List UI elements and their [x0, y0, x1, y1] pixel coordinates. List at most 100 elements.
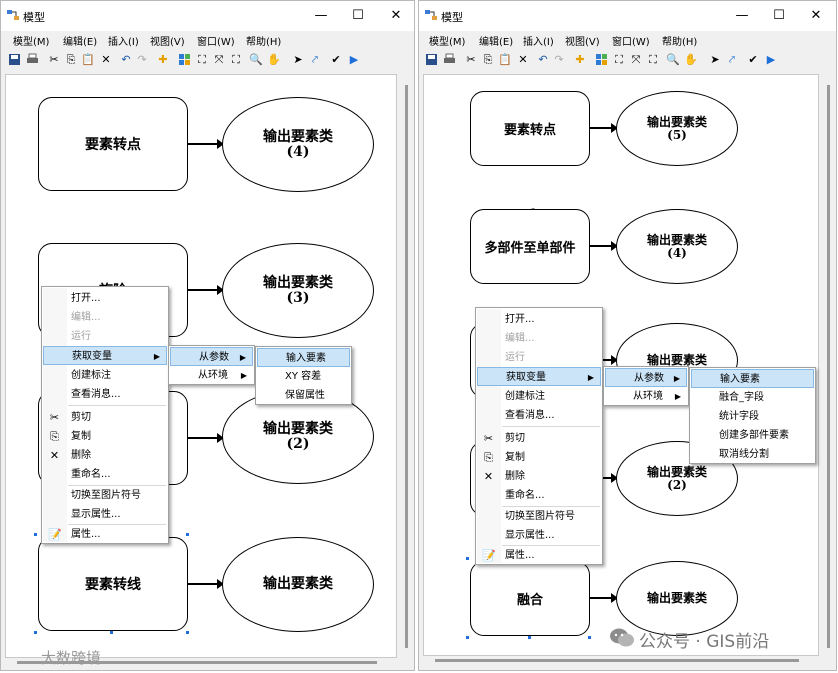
zoom-in-icon[interactable]: 🔍: [249, 53, 263, 67]
menu-window[interactable]: 窗口(W): [197, 33, 235, 48]
run-icon[interactable]: ▶: [347, 53, 361, 67]
output-node[interactable]: 输出要素类 (4): [222, 97, 374, 192]
menu-item-show-properties[interactable]: 显示属性...: [43, 505, 167, 524]
selection-handle[interactable]: [34, 631, 37, 634]
zoom-in-icon[interactable]: 🔍: [666, 53, 680, 67]
selection-handle[interactable]: [528, 636, 531, 639]
pan-icon[interactable]: ✋: [267, 53, 281, 67]
connect-icon[interactable]: ⤤: [725, 53, 739, 67]
print-icon[interactable]: [442, 53, 456, 67]
maximize-button[interactable]: ☐: [343, 5, 373, 27]
tool-node[interactable]: 要素转点: [38, 97, 188, 191]
select-icon[interactable]: ➤: [708, 53, 722, 67]
close-button[interactable]: ✕: [381, 5, 411, 27]
full-extent-icon[interactable]: ⛶: [195, 53, 209, 67]
menu-model[interactable]: 模型(M): [429, 33, 465, 48]
auto-layout-icon[interactable]: [594, 53, 608, 67]
add-data-icon[interactable]: ✚: [573, 53, 587, 67]
menu-item-delete[interactable]: ✕ 删除: [43, 446, 167, 465]
minimize-button[interactable]: —: [727, 5, 757, 27]
select-icon[interactable]: ➤: [291, 53, 305, 67]
title-bar[interactable]: 模型 — ☐ ✕: [1, 1, 414, 31]
param-item[interactable]: 保留属性: [257, 386, 350, 405]
delete-icon[interactable]: ✕: [516, 53, 530, 67]
menu-item-get-variable[interactable]: 获取变量 ▶: [43, 346, 167, 365]
selection-handle[interactable]: [186, 631, 189, 634]
minimize-button[interactable]: —: [306, 5, 336, 27]
tool-node[interactable]: 要素转点: [470, 91, 590, 166]
menu-item-open[interactable]: 打开...: [43, 289, 167, 308]
selection-handle[interactable]: [466, 636, 469, 639]
undo-icon[interactable]: ↶: [536, 53, 550, 67]
menu-item-create-label[interactable]: 创建标注: [477, 387, 601, 406]
redo-icon[interactable]: ↷: [135, 53, 149, 67]
menu-item-copy[interactable]: ⎘ 复制: [477, 448, 601, 467]
redo-icon[interactable]: ↷: [552, 53, 566, 67]
selection-handle[interactable]: [186, 533, 189, 536]
save-icon[interactable]: [7, 53, 21, 67]
save-icon[interactable]: [424, 53, 438, 67]
menu-item-show-properties[interactable]: 显示属性...: [477, 526, 601, 545]
selection-handle[interactable]: [110, 631, 113, 634]
validate-icon[interactable]: ✔: [746, 53, 760, 67]
zoom-extent-icon[interactable]: ⛶: [229, 53, 243, 67]
fixed-zoom-icon[interactable]: ⤧: [629, 53, 643, 67]
paste-icon[interactable]: 📋: [498, 53, 512, 67]
run-icon[interactable]: ▶: [764, 53, 778, 67]
copy-icon[interactable]: ⎘: [481, 53, 495, 67]
maximize-button[interactable]: ☐: [764, 5, 794, 27]
param-item[interactable]: 统计字段: [691, 407, 814, 426]
undo-icon[interactable]: ↶: [119, 53, 133, 67]
menu-item-switch-symbol[interactable]: 切换至图片符号: [43, 486, 167, 505]
output-node[interactable]: 输出要素类 (4): [616, 209, 738, 284]
delete-icon[interactable]: ✕: [99, 53, 113, 67]
output-node[interactable]: 输出要素类: [222, 537, 374, 632]
vertical-scrollbar[interactable]: [824, 81, 833, 652]
scissors-icon[interactable]: ✂: [47, 53, 61, 67]
menu-item-from-parameter[interactable]: 从参数 ▶: [170, 347, 253, 366]
param-item[interactable]: 创建多部件要素: [691, 426, 814, 445]
menu-view[interactable]: 视图(V): [150, 33, 185, 48]
output-node[interactable]: 输出要素类 (5): [616, 91, 738, 166]
menu-insert[interactable]: 插入(I): [108, 33, 139, 48]
fixed-zoom-icon[interactable]: ⤧: [212, 53, 226, 67]
scissors-icon[interactable]: ✂: [464, 53, 478, 67]
menu-item-from-environment[interactable]: 从环境 ▶: [605, 387, 687, 406]
menu-item-from-environment[interactable]: 从环境 ▶: [170, 366, 253, 385]
menu-item-run[interactable]: 运行: [43, 327, 167, 346]
menu-item-get-variable[interactable]: 获取变量 ▶: [477, 367, 601, 386]
menu-item-view-messages[interactable]: 查看消息...: [43, 385, 167, 404]
menu-help[interactable]: 帮助(H): [246, 33, 281, 48]
selection-handle[interactable]: [588, 636, 591, 639]
menu-item-view-messages[interactable]: 查看消息...: [477, 406, 601, 425]
output-node[interactable]: 输出要素类 (3): [222, 243, 374, 338]
print-icon[interactable]: [25, 53, 39, 67]
menu-item-properties[interactable]: 📝 属性...: [43, 525, 167, 544]
menu-item-cut[interactable]: ✂ 剪切: [477, 429, 601, 448]
menu-model[interactable]: 模型(M): [13, 33, 49, 48]
menu-item-properties[interactable]: 📝 属性...: [477, 546, 601, 565]
paste-icon[interactable]: 📋: [81, 53, 95, 67]
output-node[interactable]: 输出要素类: [616, 561, 738, 636]
tool-node[interactable]: 要素转线: [38, 537, 188, 631]
title-bar[interactable]: 模型 — ☐ ✕: [419, 1, 836, 31]
menu-item-rename[interactable]: 重命名...: [43, 465, 167, 484]
menu-edit[interactable]: 编辑(E): [63, 33, 97, 48]
menu-item-open[interactable]: 打开...: [477, 310, 601, 329]
tool-node[interactable]: 多部件至单部件: [470, 209, 590, 284]
connect-icon[interactable]: ⤤: [308, 53, 322, 67]
param-item[interactable]: 输入要素: [691, 369, 814, 388]
selection-handle[interactable]: [466, 557, 469, 560]
tool-node[interactable]: 融合: [470, 561, 590, 636]
menu-item-copy[interactable]: ⎘ 复制: [43, 427, 167, 446]
close-button[interactable]: ✕: [801, 5, 831, 27]
pan-icon[interactable]: ✋: [684, 53, 698, 67]
menu-item-from-parameter[interactable]: 从参数 ▶: [605, 368, 687, 387]
vertical-scrollbar[interactable]: [402, 81, 411, 652]
copy-icon[interactable]: ⎘: [64, 53, 78, 67]
menu-view[interactable]: 视图(V): [565, 33, 600, 48]
param-item[interactable]: 输入要素: [257, 348, 350, 367]
menu-item-create-label[interactable]: 创建标注: [43, 366, 167, 385]
menu-item-cut[interactable]: ✂ 剪切: [43, 408, 167, 427]
menu-window[interactable]: 窗口(W): [612, 33, 650, 48]
